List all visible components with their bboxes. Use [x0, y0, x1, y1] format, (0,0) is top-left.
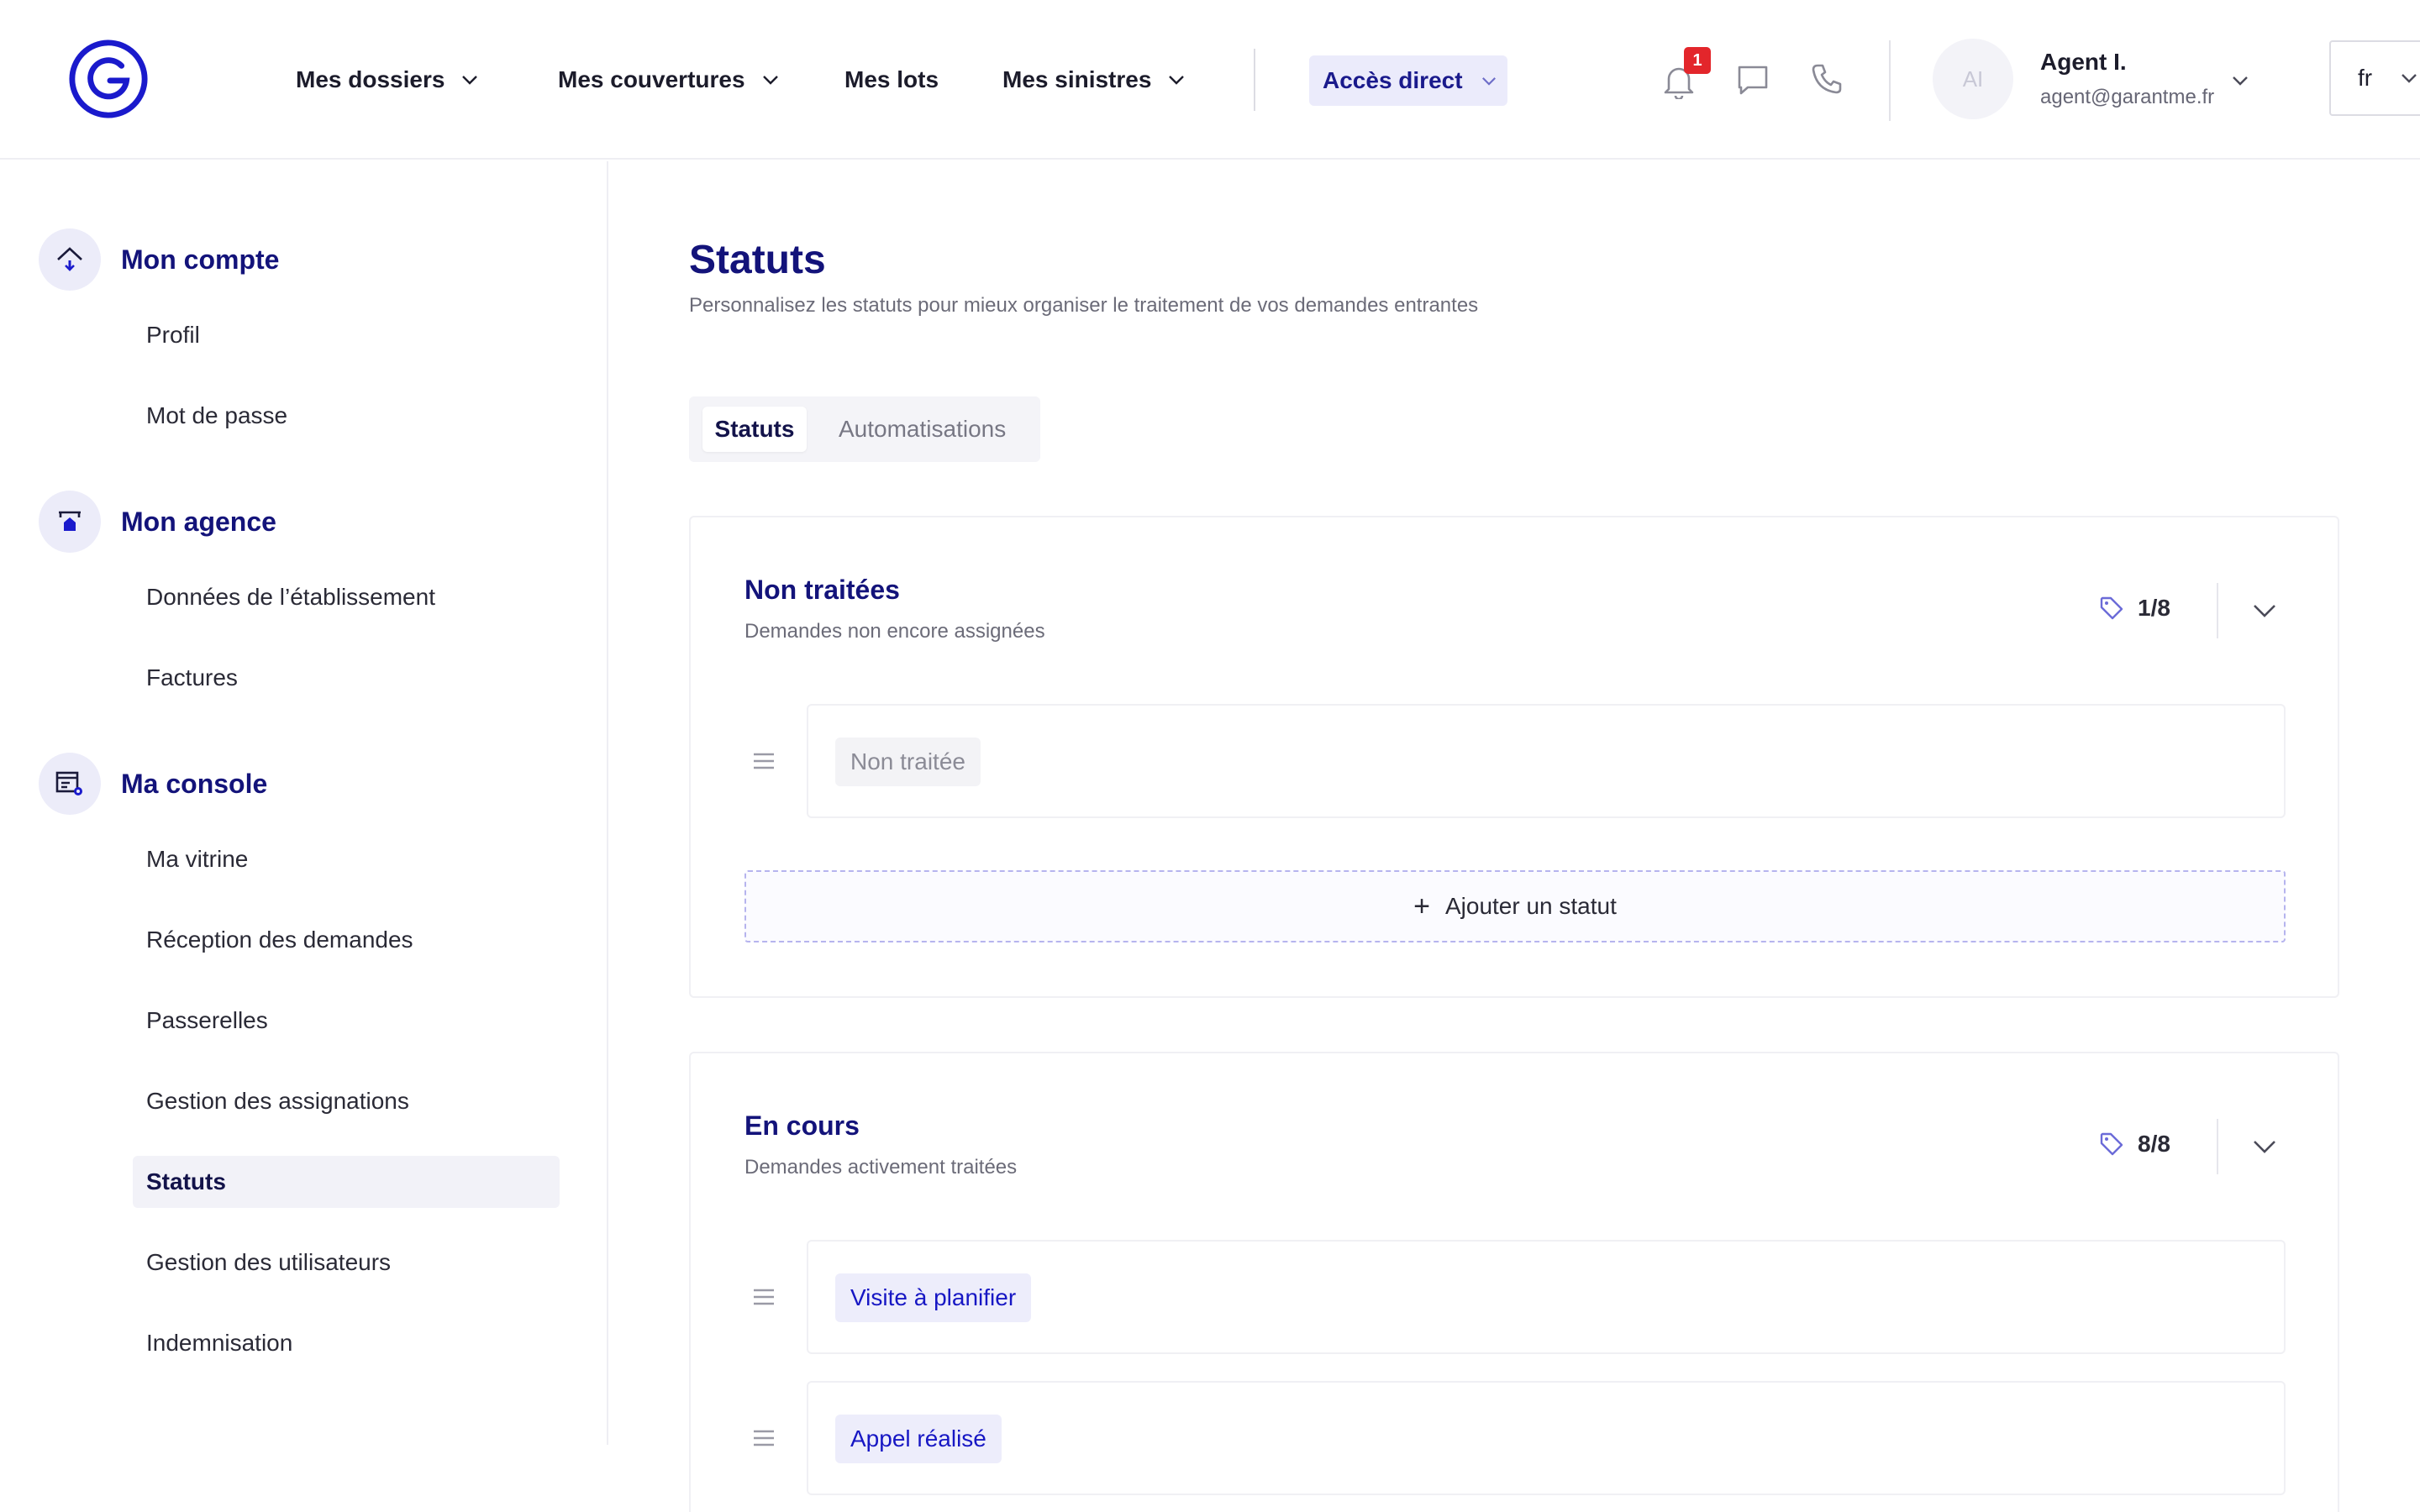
status-group-card: Non traitées Demandes non encore assigné… [689, 516, 2339, 998]
status-chip[interactable]: Non traitée [835, 738, 981, 786]
drag-handle-icon[interactable] [753, 1430, 775, 1446]
chevron-down-icon[interactable] [2252, 603, 2277, 618]
status-row: Non traitée [807, 704, 2286, 818]
group-subtitle: Demandes non encore assignées [744, 620, 1045, 643]
section-mon-agence: Mon agence [39, 491, 276, 553]
group-count: 1/8 [2099, 595, 2170, 622]
group-count-value: 8/8 [2138, 1131, 2170, 1157]
sidebar-item-passerelles[interactable]: Passerelles [133, 995, 560, 1047]
add-status-button[interactable]: + Ajouter un statut [744, 870, 2286, 942]
acces-direct-label: Accès direct [1323, 67, 1463, 93]
status-chip[interactable]: Appel réalisé [835, 1415, 1002, 1463]
chevron-down-icon [2402, 74, 2417, 83]
top-bar: Mes dossiers Mes couvertures Mes lots Me… [0, 0, 2420, 160]
acces-direct-button[interactable]: Accès direct [1309, 55, 1507, 106]
nav-label: Mes dossiers [296, 66, 445, 92]
phone-icon[interactable] [1810, 62, 1844, 96]
sidebar-item-reception-demandes[interactable]: Réception des demandes [133, 914, 560, 966]
sidebar-item-gestion-assignations[interactable]: Gestion des assignations [133, 1075, 560, 1127]
page-subtitle: Personnalisez les statuts pour mieux org… [689, 294, 1479, 317]
header-divider [1889, 40, 1891, 121]
sidebar-item-gestion-utilisateurs[interactable]: Gestion des utilisateurs [133, 1236, 560, 1289]
plus-icon: + [1413, 890, 1430, 922]
chevron-down-icon[interactable] [2252, 1139, 2277, 1154]
section-ma-console: Ma console [39, 753, 267, 815]
add-status-label: Ajouter un statut [1444, 893, 1617, 919]
group-count: 8/8 [2099, 1131, 2170, 1158]
drag-handle-icon[interactable] [753, 753, 775, 769]
nav-label: Mes couvertures [558, 66, 745, 92]
group-title: En cours [744, 1110, 860, 1141]
drag-handle-icon[interactable] [753, 1289, 775, 1305]
chevron-down-icon [1169, 76, 1185, 85]
section-title: Mon agence [121, 506, 276, 537]
sidebar-item-indemnisation[interactable]: Indemnisation [133, 1317, 560, 1369]
storefront-icon [39, 491, 101, 553]
tag-icon [2100, 1132, 2123, 1156]
section-mon-compte: Mon compte [39, 228, 279, 291]
nav-mes-couvertures[interactable]: Mes couvertures [558, 60, 779, 99]
chevron-down-icon [1481, 76, 1496, 86]
tag-icon [2100, 596, 2123, 620]
notification-badge: 1 [1684, 47, 1711, 74]
sidebar: Mon compte Profil Mot de passe Mon agenc… [0, 161, 608, 1445]
section-title: Mon compte [121, 244, 280, 275]
nav-label: Mes lots [844, 66, 939, 92]
nav-label: Mes sinistres [1002, 66, 1152, 92]
group-title: Non traitées [744, 575, 900, 605]
chevron-down-icon [762, 76, 778, 85]
card-divider [2217, 1119, 2218, 1174]
group-subtitle: Demandes activement traitées [744, 1156, 1018, 1179]
garantme-logo[interactable] [67, 38, 150, 120]
home-icon [39, 228, 101, 291]
status-row: Appel réalisé [807, 1381, 2286, 1495]
chevron-down-icon[interactable] [2232, 76, 2249, 86]
sidebar-item-ma-vitrine[interactable]: Ma vitrine [133, 833, 560, 885]
nav-mes-dossiers[interactable]: Mes dossiers [296, 60, 478, 99]
sidebar-item-statuts[interactable]: Statuts [133, 1156, 560, 1208]
nav-mes-lots[interactable]: Mes lots [844, 60, 939, 99]
user-email: agent@garantme.fr [2040, 86, 2215, 108]
tab-statuts[interactable]: Statuts [702, 407, 807, 452]
avatar[interactable]: AI [1933, 39, 2013, 119]
status-chip[interactable]: Visite à planifier [835, 1273, 1032, 1322]
sidebar-item-profil[interactable]: Profil [133, 309, 560, 361]
console-settings-icon [39, 753, 101, 815]
sidebar-item-mot-de-passe[interactable]: Mot de passe [133, 390, 560, 442]
chevron-down-icon [462, 76, 478, 85]
nav-divider [1254, 49, 1255, 111]
language-value: fr [2358, 65, 2373, 91]
group-count-value: 1/8 [2138, 595, 2170, 621]
card-divider [2217, 583, 2218, 638]
sidebar-item-factures[interactable]: Factures [133, 652, 560, 704]
nav-mes-sinistres[interactable]: Mes sinistres [1002, 60, 1185, 99]
tab-automatisations[interactable]: Automatisations [839, 407, 1006, 452]
status-row: Visite à planifier [807, 1240, 2286, 1354]
section-title: Ma console [121, 768, 268, 799]
user-name: Agent I. [2040, 49, 2127, 75]
language-select[interactable]: fr [2329, 40, 2420, 116]
tab-bar: Statuts Automatisations [689, 396, 1040, 462]
page-title: Statuts [689, 238, 826, 282]
chat-icon[interactable] [1736, 64, 1770, 96]
status-group-card: En cours Demandes activement traitées 8/… [689, 1052, 2339, 1512]
sidebar-item-donnees-etablissement[interactable]: Données de l’établissement [133, 571, 560, 623]
